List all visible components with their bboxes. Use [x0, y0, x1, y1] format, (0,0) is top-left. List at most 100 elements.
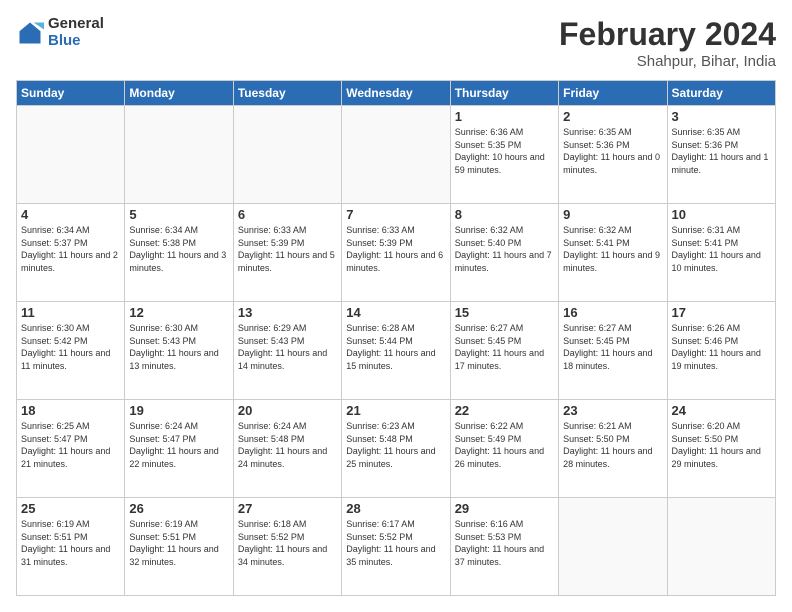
calendar-cell: 19 Sunrise: 6:24 AM Sunset: 5:47 PM Dayli… — [125, 400, 233, 498]
title-block: February 2024 Shahpur, Bihar, India — [559, 16, 776, 70]
calendar-page: General Blue February 2024 Shahpur, Biha… — [0, 0, 792, 612]
day-header-friday: Friday — [559, 81, 667, 106]
calendar-subtitle: Shahpur, Bihar, India — [559, 53, 776, 70]
day-number: 26 — [129, 501, 228, 516]
day-header-tuesday: Tuesday — [233, 81, 341, 106]
day-info: Sunrise: 6:17 AM Sunset: 5:52 PM Dayligh… — [346, 518, 445, 568]
day-info: Sunrise: 6:24 AM Sunset: 5:48 PM Dayligh… — [238, 420, 337, 470]
day-number: 8 — [455, 207, 554, 222]
week-row-5: 25 Sunrise: 6:19 AM Sunset: 5:51 PM Dayli… — [17, 498, 776, 596]
day-header-sunday: Sunday — [17, 81, 125, 106]
calendar-cell: 20 Sunrise: 6:24 AM Sunset: 5:48 PM Dayli… — [233, 400, 341, 498]
day-header-wednesday: Wednesday — [342, 81, 450, 106]
day-number: 3 — [672, 109, 771, 124]
day-number: 28 — [346, 501, 445, 516]
calendar-cell: 21 Sunrise: 6:23 AM Sunset: 5:48 PM Dayli… — [342, 400, 450, 498]
day-info: Sunrise: 6:34 AM Sunset: 5:37 PM Dayligh… — [21, 224, 120, 274]
day-number: 22 — [455, 403, 554, 418]
week-row-4: 18 Sunrise: 6:25 AM Sunset: 5:47 PM Dayli… — [17, 400, 776, 498]
day-number: 1 — [455, 109, 554, 124]
day-info: Sunrise: 6:18 AM Sunset: 5:52 PM Dayligh… — [238, 518, 337, 568]
calendar-cell — [125, 106, 233, 204]
logo: General Blue — [16, 16, 104, 49]
day-number: 12 — [129, 305, 228, 320]
calendar-cell — [233, 106, 341, 204]
day-number: 13 — [238, 305, 337, 320]
day-number: 16 — [563, 305, 662, 320]
day-info: Sunrise: 6:30 AM Sunset: 5:43 PM Dayligh… — [129, 322, 228, 372]
day-info: Sunrise: 6:30 AM Sunset: 5:42 PM Dayligh… — [21, 322, 120, 372]
calendar-cell: 25 Sunrise: 6:19 AM Sunset: 5:51 PM Dayli… — [17, 498, 125, 596]
calendar-cell: 16 Sunrise: 6:27 AM Sunset: 5:45 PM Dayli… — [559, 302, 667, 400]
calendar-cell: 13Sunrise: 6:29 AM Sunset: 5:43 PM Dayli… — [233, 302, 341, 400]
week-row-2: 4 Sunrise: 6:34 AM Sunset: 5:37 PM Daylig… — [17, 204, 776, 302]
calendar-cell: 9Sunrise: 6:32 AM Sunset: 5:41 PM Daylig… — [559, 204, 667, 302]
week-row-3: 11 Sunrise: 6:30 AM Sunset: 5:42 PM Dayli… — [17, 302, 776, 400]
day-number: 27 — [238, 501, 337, 516]
calendar-cell: 3 Sunrise: 6:35 AM Sunset: 5:36 PM Daylig… — [667, 106, 775, 204]
day-number: 9 — [563, 207, 662, 222]
header: General Blue February 2024 Shahpur, Biha… — [16, 16, 776, 70]
day-number: 24 — [672, 403, 771, 418]
day-number: 11 — [21, 305, 120, 320]
calendar-cell: 28 Sunrise: 6:17 AM Sunset: 5:52 PM Dayli… — [342, 498, 450, 596]
calendar-cell — [17, 106, 125, 204]
calendar-cell: 22 Sunrise: 6:22 AM Sunset: 5:49 PM Dayli… — [450, 400, 558, 498]
day-number: 17 — [672, 305, 771, 320]
calendar-cell: 24 Sunrise: 6:20 AM Sunset: 5:50 PM Dayli… — [667, 400, 775, 498]
day-number: 15 — [455, 305, 554, 320]
calendar-cell: 27 Sunrise: 6:18 AM Sunset: 5:52 PM Dayli… — [233, 498, 341, 596]
day-info: Sunrise: 6:31 AM Sunset: 5:41 PM Dayligh… — [672, 224, 771, 274]
calendar-cell — [559, 498, 667, 596]
day-header-saturday: Saturday — [667, 81, 775, 106]
logo-icon — [16, 19, 44, 47]
calendar-cell: 15 Sunrise: 6:27 AM Sunset: 5:45 PM Dayli… — [450, 302, 558, 400]
day-info: Sunrise: 6:27 AM Sunset: 5:45 PM Dayligh… — [563, 322, 662, 372]
day-info: Sunrise: 6:27 AM Sunset: 5:45 PM Dayligh… — [455, 322, 554, 372]
day-info: Sunrise: 6:19 AM Sunset: 5:51 PM Dayligh… — [21, 518, 120, 568]
day-info: Sunrise: 6:35 AM Sunset: 5:36 PM Dayligh… — [563, 126, 662, 176]
calendar-title: February 2024 — [559, 16, 776, 53]
calendar-cell: 2Sunrise: 6:35 AM Sunset: 5:36 PM Daylig… — [559, 106, 667, 204]
day-info: Sunrise: 6:25 AM Sunset: 5:47 PM Dayligh… — [21, 420, 120, 470]
day-number: 20 — [238, 403, 337, 418]
day-info: Sunrise: 6:22 AM Sunset: 5:49 PM Dayligh… — [455, 420, 554, 470]
calendar-cell: 6Sunrise: 6:33 AM Sunset: 5:39 PM Daylig… — [233, 204, 341, 302]
day-header-monday: Monday — [125, 81, 233, 106]
day-number: 19 — [129, 403, 228, 418]
day-info: Sunrise: 6:24 AM Sunset: 5:47 PM Dayligh… — [129, 420, 228, 470]
day-info: Sunrise: 6:33 AM Sunset: 5:39 PM Dayligh… — [346, 224, 445, 274]
calendar-cell: 1Sunrise: 6:36 AM Sunset: 5:35 PM Daylig… — [450, 106, 558, 204]
calendar-cell: 11 Sunrise: 6:30 AM Sunset: 5:42 PM Dayli… — [17, 302, 125, 400]
day-info: Sunrise: 6:23 AM Sunset: 5:48 PM Dayligh… — [346, 420, 445, 470]
calendar-cell: 8 Sunrise: 6:32 AM Sunset: 5:40 PM Daylig… — [450, 204, 558, 302]
day-info: Sunrise: 6:32 AM Sunset: 5:40 PM Dayligh… — [455, 224, 554, 274]
day-info: Sunrise: 6:34 AM Sunset: 5:38 PM Dayligh… — [129, 224, 228, 274]
calendar-cell: 26 Sunrise: 6:19 AM Sunset: 5:51 PM Dayli… — [125, 498, 233, 596]
day-header-thursday: Thursday — [450, 81, 558, 106]
day-number: 29 — [455, 501, 554, 516]
day-info: Sunrise: 6:19 AM Sunset: 5:51 PM Dayligh… — [129, 518, 228, 568]
calendar-cell: 7Sunrise: 6:33 AM Sunset: 5:39 PM Daylig… — [342, 204, 450, 302]
day-info: Sunrise: 6:21 AM Sunset: 5:50 PM Dayligh… — [563, 420, 662, 470]
calendar-table: SundayMondayTuesdayWednesdayThursdayFrid… — [16, 80, 776, 596]
calendar-cell — [342, 106, 450, 204]
day-info: Sunrise: 6:33 AM Sunset: 5:39 PM Dayligh… — [238, 224, 337, 274]
calendar-cell: 14Sunrise: 6:28 AM Sunset: 5:44 PM Dayli… — [342, 302, 450, 400]
calendar-cell: 4 Sunrise: 6:34 AM Sunset: 5:37 PM Daylig… — [17, 204, 125, 302]
day-number: 25 — [21, 501, 120, 516]
day-number: 18 — [21, 403, 120, 418]
day-number: 10 — [672, 207, 771, 222]
day-number: 14 — [346, 305, 445, 320]
logo-general: General — [48, 15, 104, 32]
calendar-cell: 18 Sunrise: 6:25 AM Sunset: 5:47 PM Dayli… — [17, 400, 125, 498]
calendar-cell — [667, 498, 775, 596]
day-number: 23 — [563, 403, 662, 418]
calendar-cell: 5Sunrise: 6:34 AM Sunset: 5:38 PM Daylig… — [125, 204, 233, 302]
day-info: Sunrise: 6:20 AM Sunset: 5:50 PM Dayligh… — [672, 420, 771, 470]
header-row: SundayMondayTuesdayWednesdayThursdayFrid… — [17, 81, 776, 106]
day-number: 4 — [21, 207, 120, 222]
day-info: Sunrise: 6:16 AM Sunset: 5:53 PM Dayligh… — [455, 518, 554, 568]
day-info: Sunrise: 6:35 AM Sunset: 5:36 PM Dayligh… — [672, 126, 771, 176]
day-number: 21 — [346, 403, 445, 418]
